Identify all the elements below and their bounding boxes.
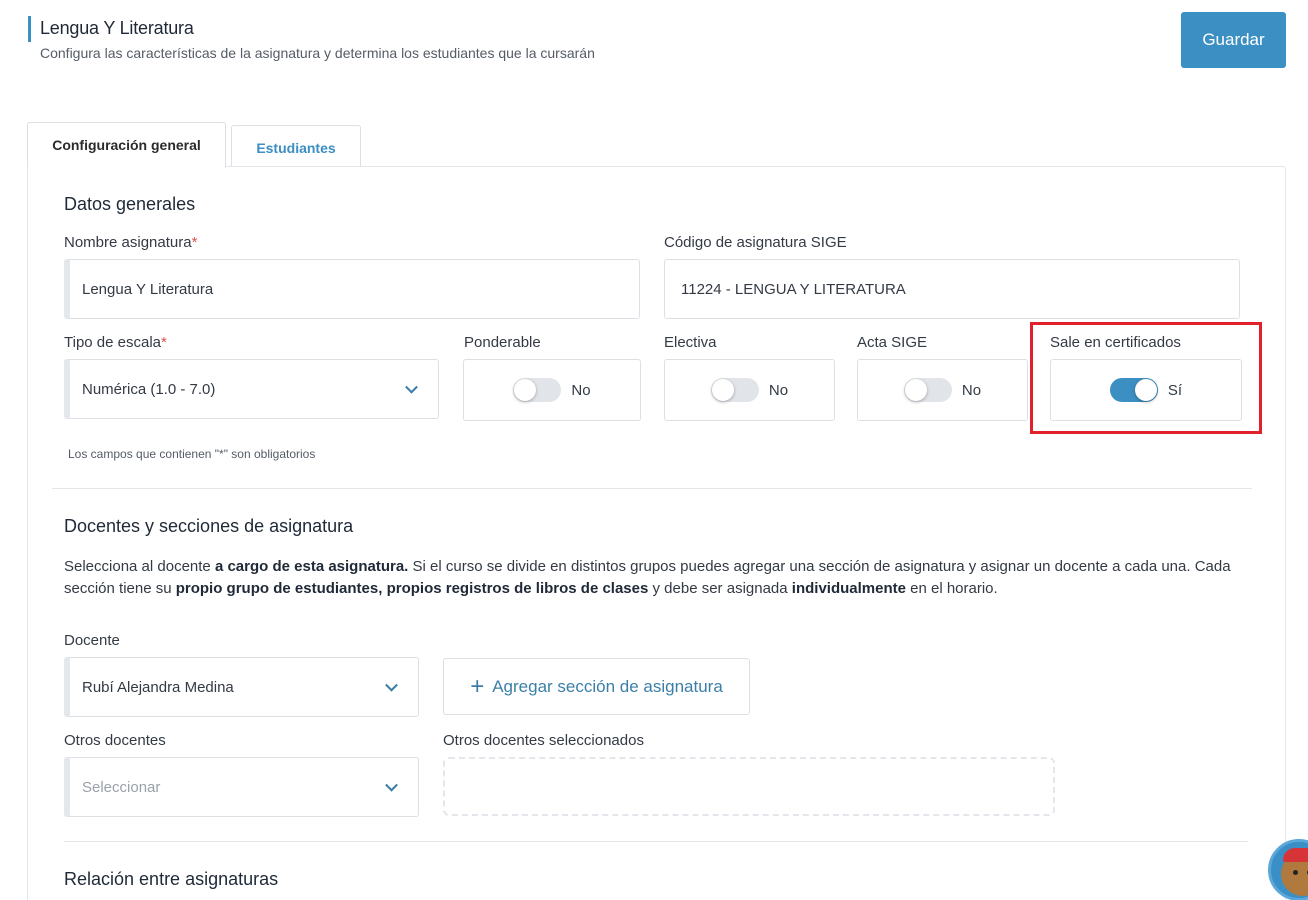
label-codigo-sige: Código de asignatura SIGE bbox=[664, 234, 847, 251]
electiva-toggle-box: No bbox=[664, 359, 835, 421]
acta-value: No bbox=[961, 381, 982, 399]
tab-configuracion-general[interactable]: Configuración general bbox=[27, 122, 226, 168]
electiva-value: No bbox=[768, 381, 789, 399]
label-tipo-escala: Tipo de escala* bbox=[64, 334, 167, 351]
chevron-down-icon bbox=[405, 380, 418, 394]
divider bbox=[64, 841, 1248, 842]
label-otros-docentes: Otros docentes bbox=[64, 732, 166, 749]
acta-toggle[interactable] bbox=[903, 378, 952, 402]
page-subtitle: Configura las características de la asig… bbox=[40, 45, 595, 61]
required-mark: * bbox=[191, 234, 198, 251]
divider bbox=[52, 488, 1252, 489]
teacher-select-value: Rubí Alejandra Medina bbox=[82, 678, 234, 696]
label-ponderable: Ponderable bbox=[464, 334, 541, 351]
electiva-toggle[interactable] bbox=[710, 378, 759, 402]
name-input[interactable]: Lengua Y Literatura bbox=[64, 259, 640, 319]
name-input-value: Lengua Y Literatura bbox=[82, 280, 214, 298]
acta-toggle-box: No bbox=[857, 359, 1028, 421]
chevron-down-icon bbox=[385, 678, 398, 692]
other-teachers-select[interactable]: Seleccionar bbox=[64, 757, 419, 817]
toggle-knob bbox=[904, 379, 927, 401]
other-teachers-placeholder: Seleccionar bbox=[82, 778, 161, 796]
required-fields-note: Los campos que contienen "*" son obligat… bbox=[68, 447, 316, 461]
label-docente: Docente bbox=[64, 632, 120, 649]
toggle-knob bbox=[514, 379, 537, 401]
page-title: Lengua Y Literatura bbox=[40, 18, 194, 38]
add-section-label: Agregar sección de asignatura bbox=[492, 676, 723, 696]
teachers-description: Selecciona al docente a cargo de esta as… bbox=[64, 558, 1231, 597]
ponderable-value: No bbox=[571, 381, 591, 399]
label-nombre-asignatura: Nombre asignatura* bbox=[64, 234, 198, 251]
eye-icon bbox=[1293, 870, 1298, 875]
section-title-relacion: Relación entre asignaturas bbox=[64, 869, 279, 889]
add-section-button[interactable]: + Agregar sección de asignatura bbox=[443, 658, 750, 715]
section-title-datos-generales: Datos generales bbox=[64, 194, 196, 214]
required-mark: * bbox=[161, 334, 167, 351]
scale-select[interactable]: Numérica (1.0 - 7.0) bbox=[64, 359, 439, 419]
selected-teachers-dropzone bbox=[443, 757, 1055, 816]
label-otros-seleccionados: Otros docentes seleccionados bbox=[443, 732, 644, 749]
tab-estudiantes[interactable]: Estudiantes bbox=[231, 125, 361, 169]
code-input-value: 11224 - LENGUA Y LITERATURA bbox=[681, 280, 906, 298]
ponderable-toggle-box: No bbox=[463, 359, 641, 421]
cap-icon bbox=[1283, 848, 1308, 862]
label-acta-sige: Acta SIGE bbox=[857, 334, 928, 351]
code-input[interactable]: 11224 - LENGUA Y LITERATURA bbox=[664, 259, 1240, 319]
teacher-select[interactable]: Rubí Alejandra Medina bbox=[64, 657, 419, 717]
save-button[interactable]: Guardar bbox=[1181, 12, 1286, 68]
scale-select-value: Numérica (1.0 - 7.0) bbox=[82, 380, 216, 398]
label-electiva: Electiva bbox=[664, 334, 717, 351]
chevron-down-icon bbox=[385, 778, 398, 792]
section-title-docentes: Docentes y secciones de asignatura bbox=[64, 516, 354, 536]
highlight-annotation-box bbox=[1030, 322, 1262, 434]
header-accent-bar bbox=[28, 16, 31, 42]
ponderable-toggle[interactable] bbox=[513, 378, 562, 402]
plus-icon: + bbox=[470, 672, 485, 700]
toggle-knob bbox=[711, 379, 734, 401]
